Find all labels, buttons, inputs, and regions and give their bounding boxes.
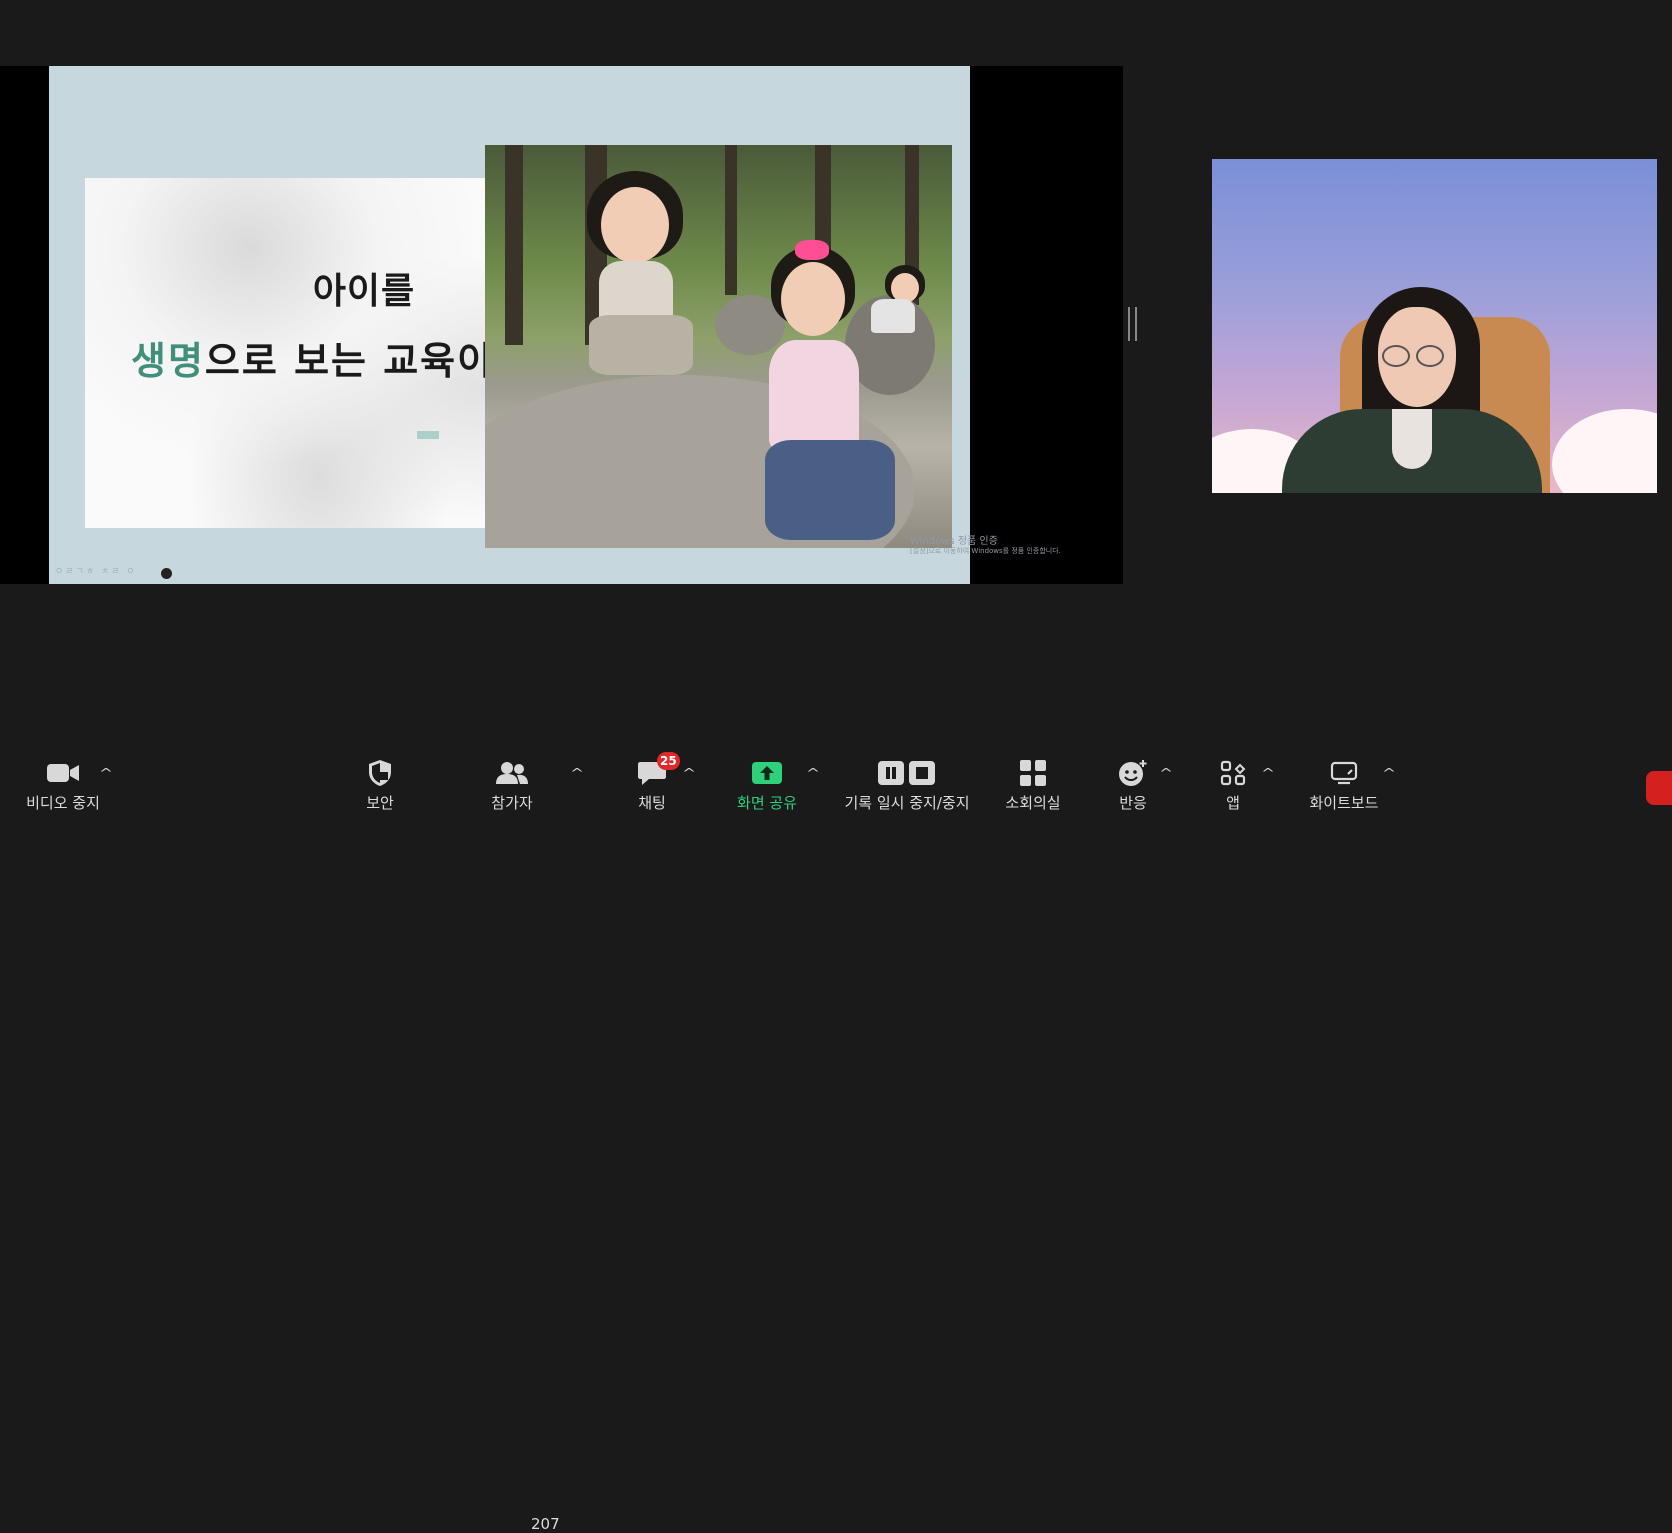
reactions-label: 반응 xyxy=(1119,794,1147,812)
participant-video[interactable] xyxy=(1212,159,1657,493)
presentation-slide: 아이를 생명으로 보는 교육이다 ㅇㄹㄱㅎ ㅊㄹ ㅇ xyxy=(49,66,970,584)
end-meeting-button[interactable] xyxy=(1646,771,1672,805)
video-options-caret-icon[interactable]: ^ xyxy=(99,766,113,780)
share-options-caret-icon[interactable]: ^ xyxy=(806,766,820,780)
slide-title-line1: 아이를 xyxy=(312,271,416,312)
photo-tree xyxy=(505,145,523,345)
participants-button[interactable]: 참가자 xyxy=(488,748,536,819)
reactions-options-caret-icon[interactable]: ^ xyxy=(1159,766,1173,780)
slide-title-line2: 생명으로 보는 교육이다 xyxy=(131,330,531,385)
apps-options-caret-icon[interactable]: ^ xyxy=(1261,766,1275,780)
share-screen-label: 화면 공유 xyxy=(737,794,797,812)
breakout-rooms-label: 소회의실 xyxy=(1005,794,1061,812)
participants-label: 참가자 xyxy=(491,794,533,812)
whiteboard-button[interactable]: 화이트보드 xyxy=(1306,748,1382,819)
shield-icon xyxy=(367,756,393,790)
record-label: 기록 일시 중지/중지 xyxy=(844,794,970,812)
chat-options-caret-icon[interactable]: ^ xyxy=(682,766,696,780)
chat-unread-badge: 25 xyxy=(657,752,680,770)
emoji-icon xyxy=(1118,756,1148,790)
slide-title-rest: 으로 보는 교육이다 xyxy=(204,339,532,383)
glasses-lens xyxy=(1382,345,1410,367)
whiteboard-label: 화이트보드 xyxy=(1309,794,1379,812)
record-pause-stop-button[interactable]: 기록 일시 중지/중지 xyxy=(838,748,976,819)
windows-activation-title: Windows 정품 인증 xyxy=(910,536,998,547)
stop-video-button[interactable]: 비디오 중지 xyxy=(22,748,104,819)
glasses-lens xyxy=(1416,345,1444,367)
security-label: 보안 xyxy=(366,794,394,812)
shared-screen: 아이를 생명으로 보는 교육이다 ㅇㄹㄱㅎ ㅊㄹ ㅇ Windows 정품 인증… xyxy=(0,66,1123,584)
chat-button[interactable]: 25 채팅 xyxy=(632,748,680,819)
windows-activation-subtitle: [설정]으로 이동하여 Windows를 정품 인증합니다. xyxy=(910,547,1061,555)
participant-collar xyxy=(1392,409,1432,469)
pause-stop-icon xyxy=(877,756,937,790)
whiteboard-options-caret-icon[interactable]: ^ xyxy=(1382,766,1396,780)
reactions-button[interactable]: 반응 xyxy=(1116,748,1150,819)
chat-bubble-icon: 25 xyxy=(637,752,680,790)
stop-video-label: 비디오 중지 xyxy=(26,794,100,812)
share-screen-button[interactable]: 화면 공유 xyxy=(733,748,801,819)
participant-count: 207 xyxy=(531,1515,560,1533)
apps-icon xyxy=(1220,756,1246,790)
apps-label: 앱 xyxy=(1226,794,1240,812)
slide-decoration xyxy=(417,431,439,439)
bg-cloud xyxy=(1552,409,1657,493)
share-screen-icon xyxy=(751,756,783,790)
participants-options-caret-icon[interactable]: ^ xyxy=(570,766,584,780)
recording-indicator-icon xyxy=(161,568,172,579)
chat-label: 채팅 xyxy=(638,794,666,812)
slide-photo-children xyxy=(485,145,952,548)
breakout-rooms-button[interactable]: 소회의실 xyxy=(1002,748,1064,819)
meeting-toolbar: 비디오 중지 ^ 보안 참가자 207 ^ 25 채팅 ^ 화면 공유 ^ 기록… xyxy=(0,748,1672,1533)
people-icon xyxy=(488,756,536,790)
slide-text-panel: 아이를 생명으로 보는 교육이다 xyxy=(85,178,553,528)
whiteboard-icon xyxy=(1330,756,1358,790)
grid-icon xyxy=(1019,756,1047,790)
video-camera-icon xyxy=(46,756,80,790)
photo-tree xyxy=(725,145,737,295)
apps-button[interactable]: 앱 xyxy=(1220,748,1246,819)
slide-title-accent: 생명 xyxy=(131,339,205,383)
split-resize-handle[interactable] xyxy=(1128,307,1137,341)
slide-footer: ㅇㄹㄱㅎ ㅊㄹ ㅇ xyxy=(55,567,137,577)
security-button[interactable]: 보안 xyxy=(362,748,398,819)
